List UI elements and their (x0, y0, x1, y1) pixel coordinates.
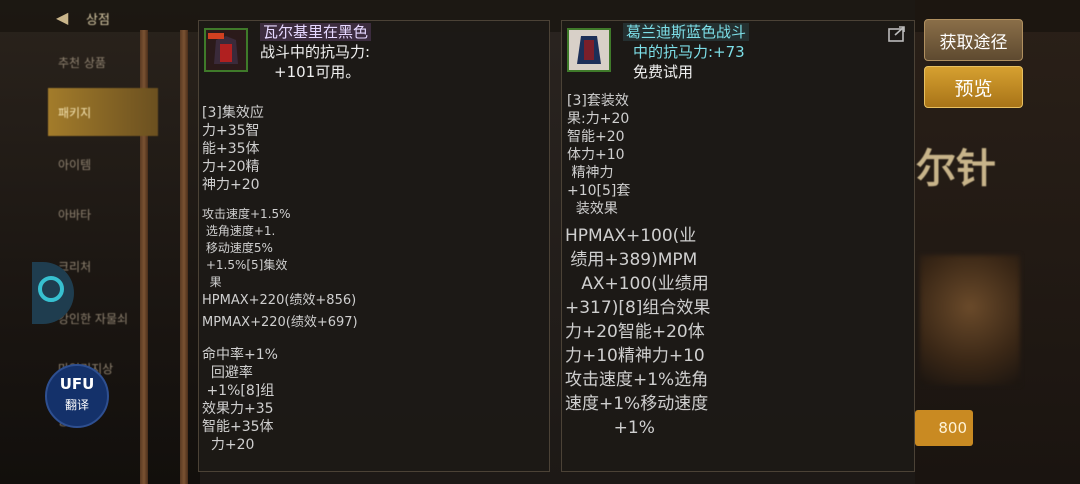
armor-icon (569, 30, 609, 70)
left-speed-effect: 攻击速度+1.5% 选角速度+1. 移动速度5% +1.5%[5]集效 果 (202, 207, 291, 289)
left-hp-line: HPMAX+220(绩效+856) (202, 293, 357, 308)
item-thumbnail-left (204, 28, 248, 72)
sidebar-item-label: 강인한 자물쇠 (58, 311, 129, 326)
sidebar-item-label: 패키지 (58, 105, 92, 120)
sidebar-item-items[interactable]: 아이템 (48, 140, 158, 188)
right-big-effect: HPMAX+100(业 绩用+389)MPM AX+100(业绩用 +317)[… (565, 226, 711, 438)
store-title: 상점 (86, 13, 110, 28)
right-item-name: 葛兰迪斯蓝色战斗 (623, 23, 750, 41)
armor-icon (206, 30, 246, 70)
acquisition-route-button[interactable]: 获取途径 (924, 19, 1023, 61)
left-item-name: 瓦尔基里在黑色 (260, 23, 372, 41)
left-item-subtitle-2: +101可用。 (274, 63, 361, 81)
item-thumbnail-right (567, 28, 611, 72)
left-item-subtitle: 战斗中的抗马力: (260, 43, 371, 61)
decorative-pillar (180, 30, 188, 484)
right-set-effect: [3]套装效 果:力+20 智能+20 体力+10 精神力 +10[5]套 装效… (567, 93, 631, 217)
sidebar-item-label: 아바타 (58, 207, 92, 222)
back-arrow-icon[interactable]: ◀ (56, 8, 68, 27)
left-hit-effect: 命中率+1% 回避率 +1%[8]组 效果力+35 智能+35体 力+20 (202, 347, 278, 453)
sidebar-item-recommended[interactable]: 추천 상품 (48, 38, 158, 86)
treasure-chest-image (920, 255, 1020, 385)
left-set-effect: [3]集效应 力+35智 能+35体 力+20精 神力+20 (202, 105, 264, 193)
translate-button[interactable]: UFU 翻译 (45, 364, 109, 428)
sidebar-item-avatar[interactable]: 아바타 (48, 190, 158, 238)
sidebar-item-package[interactable]: 패키지 (48, 88, 158, 136)
preview-button[interactable]: 预览 (924, 66, 1023, 108)
right-item-subtitle-2: 免费试用 (633, 63, 694, 81)
banner-text: 尔针 (916, 145, 996, 192)
price-label: 800 (938, 419, 967, 437)
translate-logo: UFU (59, 375, 95, 393)
price-button[interactable]: 800 (915, 410, 973, 446)
right-item-subtitle: 中的抗马力:+73 (633, 43, 745, 61)
translate-label: 翻译 (64, 398, 89, 412)
sidebar-item-label: 추천 상품 (58, 55, 106, 70)
left-mp-line: MPMAX+220(绩效+697) (202, 315, 358, 330)
sidebar-item-label: 아이템 (58, 157, 92, 172)
signal-ring-icon (38, 276, 64, 302)
share-icon[interactable] (888, 26, 906, 42)
